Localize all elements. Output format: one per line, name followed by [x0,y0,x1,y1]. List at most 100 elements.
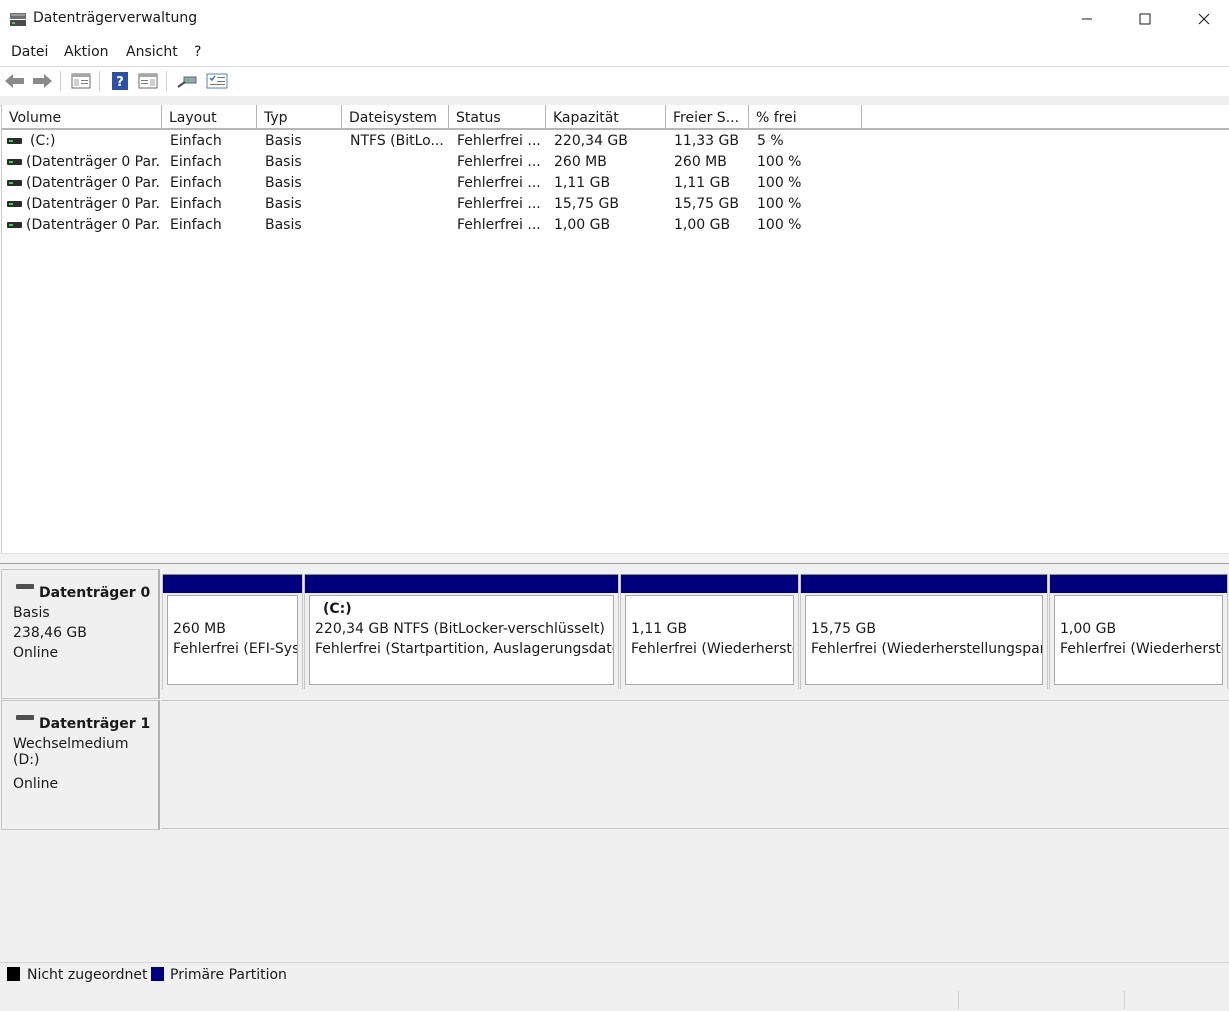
cell-layout: Einfach [170,175,222,191]
volume-icon [7,159,22,165]
partition-recovery-3[interactable]: 1,00 GB Fehlerfrei (Wiederherste [1049,574,1228,689]
cell-volume: (C:) [30,133,56,149]
partition-size: 220,34 GB NTFS (BitLocker-verschlüsselt) [315,621,605,637]
volume-icon [7,138,22,144]
column-header-freier-speicher[interactable]: Freier S... [666,105,749,128]
close-icon [1198,13,1210,25]
cell-typ: Basis [265,196,302,212]
cell-typ: Basis [265,154,302,170]
partition-status: Fehlerfrei (Startpartition, Auslagerungs… [315,641,614,657]
cell-freier-speicher: 1,00 GB [674,217,731,233]
show-pane-icon [138,73,158,89]
volume-list[interactable]: Volume Layout Typ Dateisystem Status Kap… [1,105,1229,553]
disk-graphical-view: Datenträger 0 Basis 238,46 GB Online 260… [0,564,1229,962]
cell-freier-speicher: 1,11 GB [674,175,731,191]
toolbar-separator [60,71,61,91]
show-pane-button[interactable] [136,70,160,92]
minimize-button[interactable] [1058,0,1116,38]
cell-status: Fehlerfrei ... [457,217,541,233]
partition-recovery-2[interactable]: 15,75 GB Fehlerfrei (Wiederherstellungsp… [800,574,1048,689]
cell-layout: Einfach [170,196,222,212]
partition-size: 1,11 GB [631,621,688,637]
table-row[interactable]: (Datenträger 0 Par... Einfach Basis Fehl… [2,194,1229,215]
partition-c[interactable]: (C:) 220,34 GB NTFS (BitLocker-verschlüs… [304,574,619,689]
legend-label-primary: Primäre Partition [170,967,287,983]
column-header-kapazitaet[interactable]: Kapazität [546,105,666,128]
console-tree-button[interactable] [69,70,93,92]
disk-icon [16,584,34,589]
partition-name: (C:) [323,601,352,617]
partition-status: Fehlerfrei (Wiederherste [1060,641,1223,657]
disk-size: 238,46 GB [13,625,87,641]
table-row[interactable]: (Datenträger 0 Par... Einfach Basis Fehl… [2,215,1229,236]
help-button[interactable]: ? [108,70,132,92]
toolbar-separator [99,71,100,91]
disk-state: Online [13,776,59,792]
properties-icon [206,73,228,89]
forward-button[interactable] [30,70,54,92]
cell-prozent-frei: 100 % [757,154,802,170]
partition-type-bar [801,574,1047,593]
partition-status: Fehlerfrei (EFI-Syst [173,641,298,657]
table-row[interactable]: (C:) Einfach Basis NTFS (BitLo... Fehler… [2,131,1229,152]
partition-size: 15,75 GB [811,621,876,637]
partition-type-bar [1050,574,1227,593]
column-header-status[interactable]: Status [449,105,546,128]
maximize-button[interactable] [1116,0,1174,38]
cell-kapazitaet: 220,34 GB [554,133,628,149]
cell-status: Fehlerfrei ... [457,154,541,170]
table-row[interactable]: (Datenträger 0 Par... Einfach Basis Fehl… [2,152,1229,173]
properties-button[interactable] [205,70,229,92]
cell-freier-speicher: 15,75 GB [674,196,739,212]
cell-freier-speicher: 260 MB [674,154,727,170]
menu-aktion[interactable]: Aktion [64,44,109,60]
disk-0-label[interactable]: Datenträger 0 Basis 238,46 GB Online [1,569,160,699]
column-header-prozent-frei[interactable]: % frei [749,105,862,128]
column-header-layout[interactable]: Layout [162,105,257,128]
partition-status: Fehlerfrei (Wiederherstellungsparti [811,641,1043,657]
maximize-icon [1139,13,1151,25]
cell-freier-speicher: 11,33 GB [674,133,739,149]
partition-size: 260 MB [173,621,226,637]
cell-kapazitaet: 1,00 GB [554,217,611,233]
disk-type: Wechselmedium (D:) [13,736,129,768]
column-header-volume[interactable]: Volume [2,105,162,128]
cell-kapazitaet: 260 MB [554,154,607,170]
window-title: Datenträgerverwaltung [33,10,198,26]
table-row[interactable]: (Datenträger 0 Par... Einfach Basis Fehl… [2,173,1229,194]
cell-layout: Einfach [170,154,222,170]
partition-type-bar [621,574,798,593]
partition-type-bar [163,574,302,593]
menu-datei[interactable]: Datei [11,44,48,60]
connect-button[interactable] [175,70,199,92]
column-header-dateisystem[interactable]: Dateisystem [342,105,449,128]
partition-status: Fehlerfrei (Wiederherste [631,641,794,657]
svg-text:?: ? [116,75,124,90]
console-tree-icon [71,73,91,89]
cell-status: Fehlerfrei ... [457,175,541,191]
partition-efi[interactable]: 260 MB Fehlerfrei (EFI-Syst [162,574,303,689]
cell-prozent-frei: 5 % [757,133,784,149]
legend-swatch-unallocated [7,967,20,981]
title-bar: Datenträgerverwaltung [0,0,1229,38]
cell-status: Fehlerfrei ... [457,196,541,212]
partition-recovery-1[interactable]: 1,11 GB Fehlerfrei (Wiederherste [620,574,799,689]
status-divider [958,991,959,1009]
cell-typ: Basis [265,175,302,191]
disk-1-label[interactable]: Datenträger 1 Wechselmedium (D:) Online [1,700,160,830]
legend-label-unallocated: Nicht zugeordnet [27,967,148,983]
close-button[interactable] [1175,0,1229,38]
cell-prozent-frei: 100 % [757,175,802,191]
volume-icon [7,222,22,228]
cell-layout: Einfach [170,133,222,149]
disk-management-app-icon [9,11,27,27]
column-header-typ[interactable]: Typ [257,105,342,128]
menu-help[interactable]: ? [194,44,201,60]
cell-layout: Einfach [170,217,222,233]
menu-ansicht[interactable]: Ansicht [126,44,178,60]
disk-1-area[interactable] [161,700,1229,829]
cell-volume: (Datenträger 0 Par... [26,196,160,212]
disk-icon [16,715,34,720]
back-button[interactable] [3,70,27,92]
partition-box: 1,00 GB Fehlerfrei (Wiederherste [1054,595,1223,685]
